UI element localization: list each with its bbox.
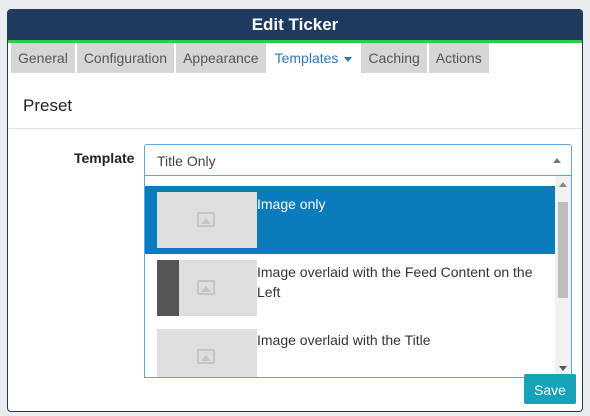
- template-thumbnail: [157, 192, 257, 248]
- tab-caching[interactable]: Caching: [361, 43, 427, 73]
- template-option-image-only[interactable]: Image only: [145, 186, 555, 254]
- modal-title: Edit Ticker: [8, 10, 582, 43]
- tab-appearance[interactable]: Appearance: [176, 43, 266, 73]
- tab-templates-label: Templates: [274, 50, 339, 66]
- option-label: Image overlaid with the Feed Content on …: [257, 264, 533, 300]
- edit-ticker-modal: Edit Ticker General Configuration Appear…: [7, 9, 583, 412]
- template-label: Template: [74, 150, 135, 166]
- tab-templates[interactable]: Templates: [267, 43, 360, 73]
- image-placeholder-icon: [197, 212, 215, 227]
- tab-configuration[interactable]: Configuration: [76, 43, 175, 73]
- tab-actions[interactable]: Actions: [428, 43, 489, 73]
- template-thumbnail: [157, 329, 257, 377]
- section-title: Preset: [23, 96, 73, 115]
- tab-bar: General Configuration Appearance Templat…: [11, 43, 582, 73]
- template-dropdown-list: Image only Image overlaid with the Feed …: [144, 176, 572, 378]
- option-label: Image only: [257, 196, 326, 212]
- template-select[interactable]: Title Only: [144, 144, 572, 176]
- template-select-value: Title Only: [157, 153, 216, 169]
- template-option-image-overlaid-title[interactable]: Image overlaid with the Title: [145, 322, 555, 377]
- template-option-image-overlaid-feed-left[interactable]: Image overlaid with the Feed Content on …: [145, 254, 555, 322]
- save-button[interactable]: Save: [524, 374, 576, 404]
- scrollbar-thumb[interactable]: [558, 202, 568, 298]
- scroll-down-icon[interactable]: [559, 366, 567, 371]
- caret-down-icon: [344, 56, 353, 62]
- scroll-up-icon[interactable]: [559, 182, 567, 187]
- thumbnail-side-panel: [157, 260, 179, 316]
- image-placeholder-icon: [197, 349, 215, 364]
- dropdown-scrollbar[interactable]: [555, 176, 571, 377]
- option-label: Image overlaid with the Title: [257, 332, 431, 348]
- caret-up-icon: [553, 158, 561, 163]
- section-divider: [8, 128, 582, 129]
- image-placeholder-icon: [197, 280, 215, 295]
- template-thumbnail: [157, 260, 257, 316]
- tab-general[interactable]: General: [11, 43, 75, 73]
